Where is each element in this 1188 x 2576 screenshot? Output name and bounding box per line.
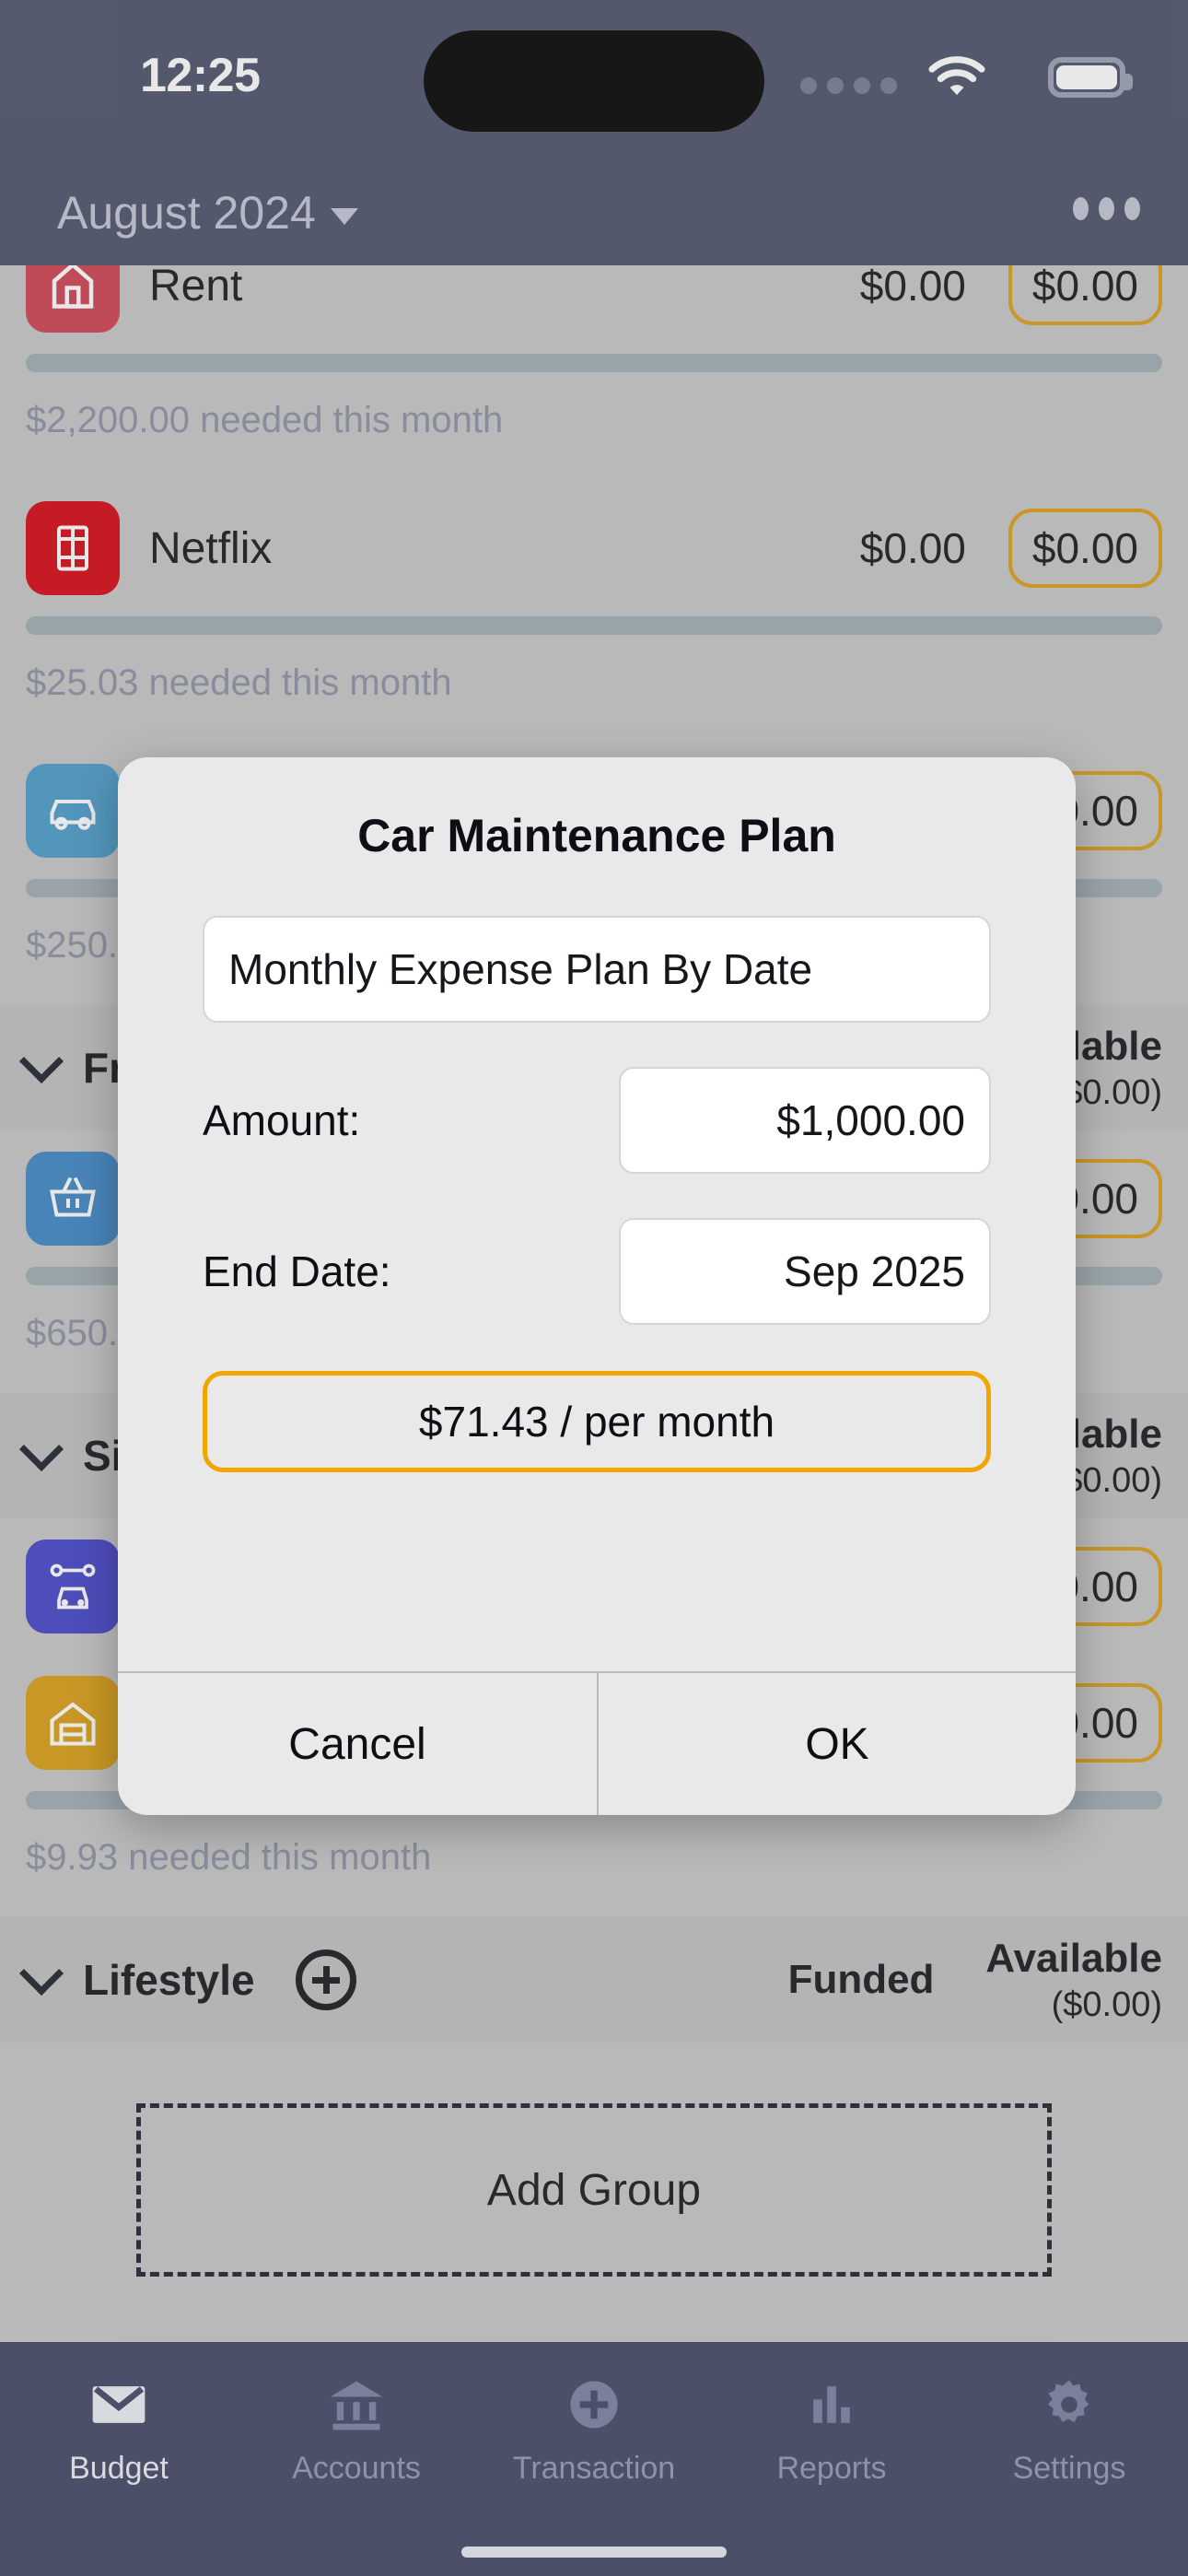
dialog-body: Monthly Expense Plan By Date Amount: $1,… (118, 862, 1076, 1671)
tab-reports[interactable]: Reports (713, 2373, 950, 2487)
tab-label: Settings (1012, 2451, 1126, 2486)
cancel-button[interactable]: Cancel (118, 1673, 597, 1815)
app-screen: Rent $0.00 $0.00 $2,200.00 needed this m… (0, 0, 1188, 2576)
tab-transaction[interactable]: Transaction (475, 2373, 713, 2487)
dialog-title: Car Maintenance Plan (357, 810, 836, 861)
tab-accounts[interactable]: Accounts (238, 2373, 475, 2487)
tab-settings[interactable]: Settings (950, 2373, 1188, 2487)
end-date-label: End Date: (203, 1247, 391, 1295)
per-month-summary: $71.43 / per month (203, 1371, 991, 1472)
bank-icon (330, 2381, 383, 2430)
tab-label: Reports (776, 2451, 887, 2486)
end-date-row: End Date: Sep 2025 (203, 1218, 991, 1325)
ok-button[interactable]: OK (597, 1673, 1076, 1815)
amount-label: Amount: (203, 1096, 361, 1144)
bar-chart-icon (813, 2386, 850, 2423)
end-date-input[interactable]: Sep 2025 (619, 1218, 991, 1325)
amount-row: Amount: $1,000.00 (203, 1067, 991, 1174)
tab-label: Accounts (292, 2451, 421, 2486)
dialog-actions: Cancel OK (118, 1671, 1076, 1815)
tab-label: Transaction (512, 2451, 676, 2486)
envelope-icon (92, 2386, 146, 2423)
bottom-tab-bar[interactable]: Budget Accounts Transaction Reports Sett… (0, 2342, 1188, 2576)
plan-type-select[interactable]: Monthly Expense Plan By Date (203, 916, 991, 1023)
tab-budget[interactable]: Budget (0, 2373, 238, 2487)
plus-circle-icon (570, 2381, 618, 2429)
tab-label: Budget (69, 2451, 169, 2486)
home-indicator (461, 2547, 727, 2558)
amount-input[interactable]: $1,000.00 (619, 1067, 991, 1174)
gear-icon (1048, 2380, 1089, 2422)
plan-dialog: Car Maintenance Plan Monthly Expense Pla… (118, 757, 1076, 1815)
